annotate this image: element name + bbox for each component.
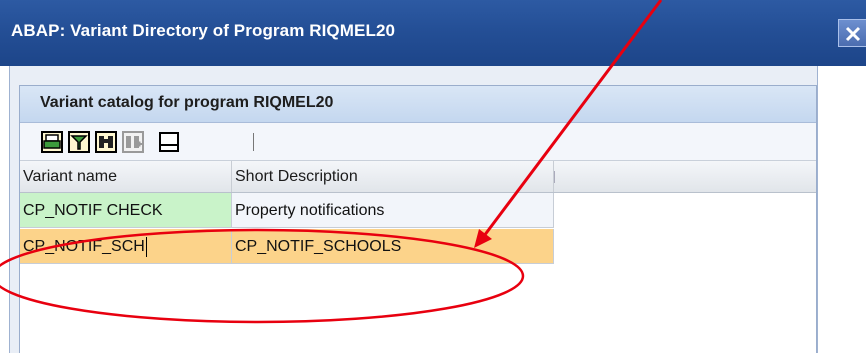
annotation-arrow-line: [482, 0, 663, 237]
annotation-overlay: [0, 0, 663, 324]
annotation-ellipse: [0, 228, 525, 324]
annotation-arrowhead: [474, 229, 492, 248]
